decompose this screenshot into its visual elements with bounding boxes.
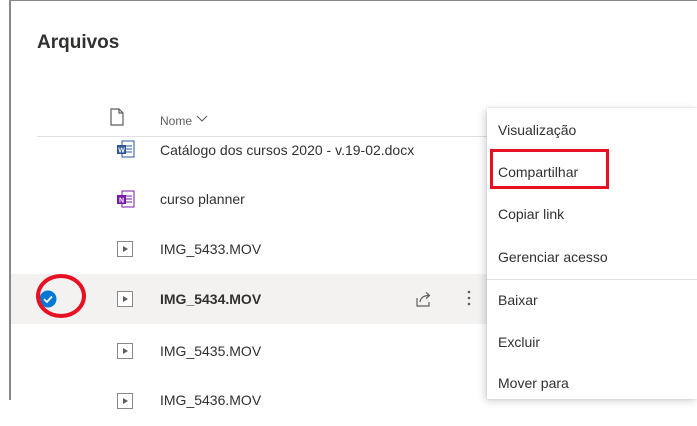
menu-item-label: Excluir [498, 334, 541, 350]
share-icon[interactable] [415, 290, 433, 308]
page-title: Arquivos [37, 32, 120, 53]
file-name[interactable]: IMG_5434.MOV [160, 291, 261, 307]
file-name[interactable]: curso planner [160, 191, 245, 207]
chevron-down-icon[interactable] [196, 114, 208, 124]
menu-item-excluir[interactable]: Excluir [487, 322, 697, 362]
menu-item-label: Copiar link [498, 206, 565, 222]
menu-item-mover-para[interactable]: Mover para [487, 364, 697, 404]
file-name[interactable]: Catálogo dos cursos 2020 - v.19-02.docx [160, 142, 414, 158]
video-file-icon [117, 241, 133, 257]
annotation-box [490, 149, 609, 189]
menu-item-baixar[interactable]: Baixar [487, 281, 697, 321]
column-name-header[interactable]: Nome [160, 114, 192, 128]
menu-item-gerenciar-acesso[interactable]: Gerenciar acesso [487, 237, 697, 277]
file-name[interactable]: IMG_5436.MOV [160, 392, 261, 408]
svg-text:N: N [119, 198, 124, 205]
onenote-icon: N [117, 190, 135, 208]
menu-item-label: Baixar [498, 292, 538, 308]
video-file-icon [117, 393, 133, 409]
video-file-icon [117, 291, 133, 307]
video-file-icon [117, 343, 133, 359]
svg-text:W: W [118, 148, 125, 155]
file-name[interactable]: IMG_5433.MOV [160, 241, 261, 257]
word-icon: W [117, 140, 135, 158]
more-vertical-icon[interactable] [466, 288, 472, 308]
annotation-circle [36, 274, 86, 318]
menu-item-label: Mover para [498, 375, 569, 391]
file-type-icon [110, 108, 124, 126]
file-name[interactable]: IMG_5435.MOV [160, 343, 261, 359]
menu-item-visualizacao[interactable]: Visualização [487, 110, 697, 150]
menu-item-copiar-link[interactable]: Copiar link [487, 194, 697, 234]
menu-item-label: Visualização [498, 122, 577, 138]
menu-item-label: Gerenciar acesso [498, 249, 608, 265]
menu-divider [487, 279, 697, 280]
